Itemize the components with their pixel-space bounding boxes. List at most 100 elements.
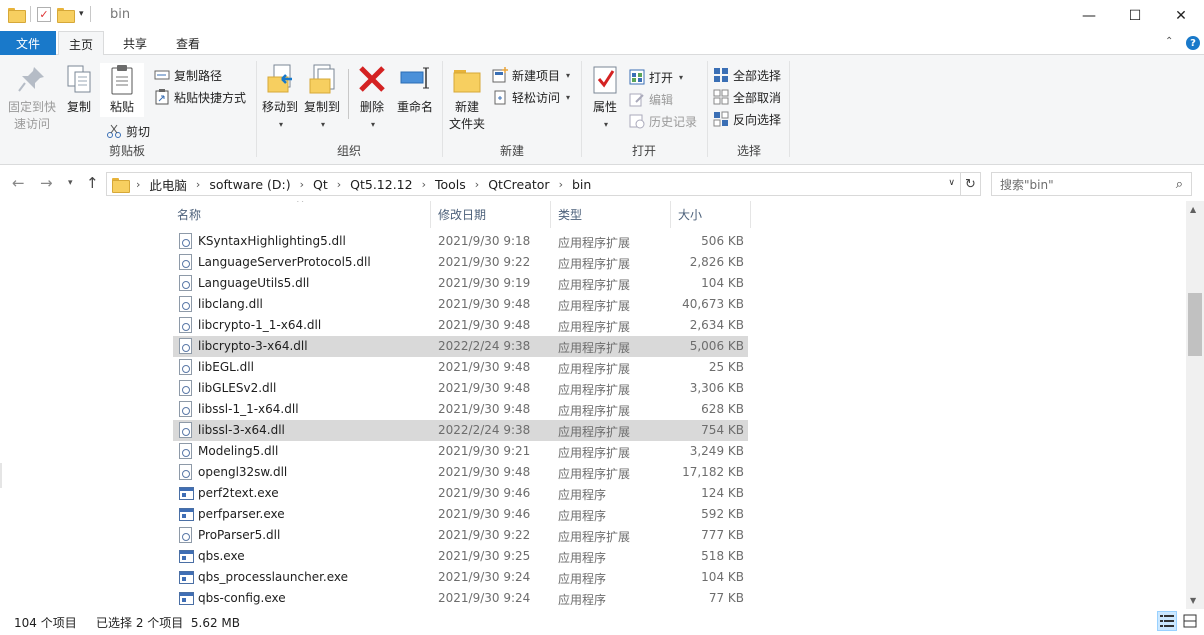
maximize-button[interactable]: ☐	[1112, 0, 1158, 31]
file-name: qbs-config.exe	[198, 591, 286, 605]
table-row[interactable]: libcrypto-3-x64.dll 2022/2/24 9:38 应用程序扩展 5…	[173, 336, 748, 357]
chevron-right-icon[interactable]: ›	[196, 178, 200, 191]
up-arrow-icon[interactable]: ↑	[86, 174, 99, 192]
new-item-label: 新建项目	[512, 68, 561, 83]
chevron-down-icon[interactable]: ∨	[948, 178, 955, 188]
chevron-right-icon[interactable]: ›	[559, 178, 563, 191]
scroll-up-icon[interactable]: ▲	[1190, 205, 1196, 214]
divider[interactable]	[670, 201, 671, 228]
table-row[interactable]: qbs-config.exe 2021/9/30 9:24 应用程序 77 KB	[173, 588, 748, 609]
file-date: 2022/2/24 9:38	[438, 339, 531, 353]
file-size: 25 KB	[708, 360, 744, 374]
table-row[interactable]: KSyntaxHighlighting5.dll 2021/9/30 9:18 应用…	[173, 231, 748, 252]
copy-button[interactable]: 复制	[62, 63, 96, 116]
chevron-right-icon[interactable]: ›	[422, 178, 426, 191]
pin-quick-access-button[interactable]: 固定到快 速访问	[6, 63, 58, 133]
new-folder-icon[interactable]	[57, 7, 75, 23]
copy-path-button[interactable]: 复制路径	[154, 65, 222, 85]
properties-check-icon[interactable]: ✓	[37, 6, 51, 22]
properties-button[interactable]: 属性 ▾	[587, 63, 623, 133]
column-header-type[interactable]: 类型	[558, 201, 668, 228]
close-button[interactable]: ✕	[1158, 0, 1204, 31]
breadcrumb-item[interactable]: Qt5.12.12	[350, 177, 412, 192]
breadcrumb-item[interactable]: software (D:)	[209, 177, 290, 192]
search-input[interactable]: 搜索"bin" ⌕	[991, 172, 1192, 196]
file-type: 应用程序	[558, 593, 607, 607]
breadcrumb-item[interactable]: 此电脑	[149, 175, 187, 194]
copy-to-button[interactable]: 复制到 ▾	[302, 63, 342, 133]
chevron-up-icon[interactable]: ⌃	[1165, 36, 1173, 47]
table-row[interactable]: LanguageUtils5.dll 2021/9/30 9:19 应用程序扩展 10…	[173, 273, 748, 294]
table-row[interactable]: libGLESv2.dll 2021/9/30 9:48 应用程序扩展 3,306 K…	[173, 378, 748, 399]
column-header-size[interactable]: 大小	[678, 201, 748, 228]
chevron-right-icon[interactable]: ›	[475, 178, 479, 191]
file-date: 2021/9/30 9:22	[438, 255, 531, 269]
scroll-down-icon[interactable]: ▼	[1190, 596, 1196, 605]
chevron-right-icon[interactable]: ›	[300, 178, 304, 191]
file-size: 124 KB	[701, 486, 744, 500]
easy-access-button[interactable]: 轻松访问 ▾	[492, 87, 570, 107]
forward-arrow-icon[interactable]: →	[40, 174, 53, 192]
table-row[interactable]: libcrypto-1_1-x64.dll 2021/9/30 9:48 应用程序扩…	[173, 315, 748, 336]
history-button[interactable]: 历史记录	[629, 111, 697, 131]
vertical-scrollbar[interactable]: ▲ ▼	[1186, 201, 1204, 609]
table-row[interactable]: libssl-3-x64.dll 2022/2/24 9:38 应用程序扩展 754 …	[173, 420, 748, 441]
delete-button[interactable]: 删除 ▾	[354, 63, 390, 133]
file-name: perfparser.exe	[198, 507, 285, 521]
new-group: 新建 文件夹 新建项目 ▾ 轻松访问 ▾ 新建	[444, 59, 580, 163]
table-row[interactable]: libEGL.dll 2021/9/30 9:48 应用程序扩展 25 KB	[173, 357, 748, 378]
chevron-right-icon[interactable]: ›	[136, 178, 140, 191]
chevron-down-icon[interactable]: ▾	[79, 9, 84, 19]
new-folder-button[interactable]: 新建 文件夹	[444, 63, 490, 133]
back-arrow-icon[interactable]: ←	[12, 174, 25, 192]
rename-button[interactable]: 重命名	[394, 63, 436, 116]
scrollbar-thumb[interactable]	[1188, 293, 1202, 356]
new-item-button[interactable]: 新建项目 ▾	[492, 65, 570, 85]
file-name: libEGL.dll	[198, 360, 254, 374]
open-button[interactable]: 打开 ▾	[629, 67, 683, 87]
table-row[interactable]: qbs_processlauncher.exe 2021/9/30 9:24 应用程…	[173, 567, 748, 588]
column-header-name[interactable]: 名称	[177, 201, 427, 228]
table-row[interactable]: Modeling5.dll 2021/9/30 9:21 应用程序扩展 3,249 K…	[173, 441, 748, 462]
table-row[interactable]: opengl32sw.dll 2021/9/30 9:48 应用程序扩展 17,182…	[173, 462, 748, 483]
dll-file-icon	[179, 275, 192, 291]
table-row[interactable]: libclang.dll 2021/9/30 9:48 应用程序扩展 40,673 K…	[173, 294, 748, 315]
select-all-button[interactable]: 全部选择	[713, 65, 781, 85]
divider[interactable]	[550, 201, 551, 228]
tab-view[interactable]: 查看	[164, 31, 212, 55]
column-header-date[interactable]: 修改日期	[438, 201, 548, 228]
invert-selection-button[interactable]: 反向选择	[713, 109, 781, 129]
breadcrumb-item[interactable]: QtCreator	[488, 177, 549, 192]
chevron-right-icon[interactable]: ›	[337, 178, 341, 191]
breadcrumb-item[interactable]: Qt	[313, 177, 328, 192]
table-row[interactable]: qbs.exe 2021/9/30 9:25 应用程序 518 KB	[173, 546, 748, 567]
address-bar[interactable]: › 此电脑 › software (D:) › Qt › Qt5.12.12 › Tools › Q…	[106, 172, 961, 196]
file-date: 2021/9/30 9:46	[438, 507, 531, 521]
table-row[interactable]: perf2text.exe 2021/9/30 9:46 应用程序 124 KB	[173, 483, 748, 504]
help-icon[interactable]: ?	[1186, 36, 1200, 50]
table-row[interactable]: LanguageServerProtocol5.dll 2021/9/30 9:2…	[173, 252, 748, 273]
table-row[interactable]: ProParser5.dll 2021/9/30 9:22 应用程序扩展 777 KB	[173, 525, 748, 546]
minimize-button[interactable]: —	[1066, 0, 1112, 31]
recent-locations-chevron-icon[interactable]: ▾	[68, 178, 73, 188]
details-view-button[interactable]	[1157, 611, 1177, 631]
tab-file[interactable]: 文件	[0, 31, 56, 55]
divider[interactable]	[750, 201, 751, 228]
large-icons-view-button[interactable]	[1180, 611, 1200, 631]
move-to-button[interactable]: 移动到 ▾	[260, 63, 300, 133]
paste-button[interactable]: 粘贴	[100, 63, 144, 117]
tab-home[interactable]: 主页	[58, 31, 104, 56]
table-row[interactable]: libssl-1_1-x64.dll 2021/9/30 9:48 应用程序扩展 62…	[173, 399, 748, 420]
divider[interactable]	[430, 201, 431, 228]
breadcrumb-item[interactable]: bin	[572, 177, 591, 192]
chevron-down-icon: ▾	[278, 120, 283, 129]
copy-label: 复制	[66, 100, 91, 114]
select-none-button[interactable]: 全部取消	[713, 87, 781, 107]
refresh-button[interactable]: ↻	[961, 172, 981, 196]
cut-button[interactable]: 剪切	[106, 121, 150, 141]
breadcrumb-item[interactable]: Tools	[435, 177, 466, 192]
table-row[interactable]: perfparser.exe 2021/9/30 9:46 应用程序 592 KB	[173, 504, 748, 525]
paste-shortcut-button[interactable]: 粘贴快捷方式	[154, 87, 246, 107]
tab-share[interactable]: 共享	[112, 31, 158, 55]
edit-button[interactable]: 编辑	[629, 89, 673, 109]
